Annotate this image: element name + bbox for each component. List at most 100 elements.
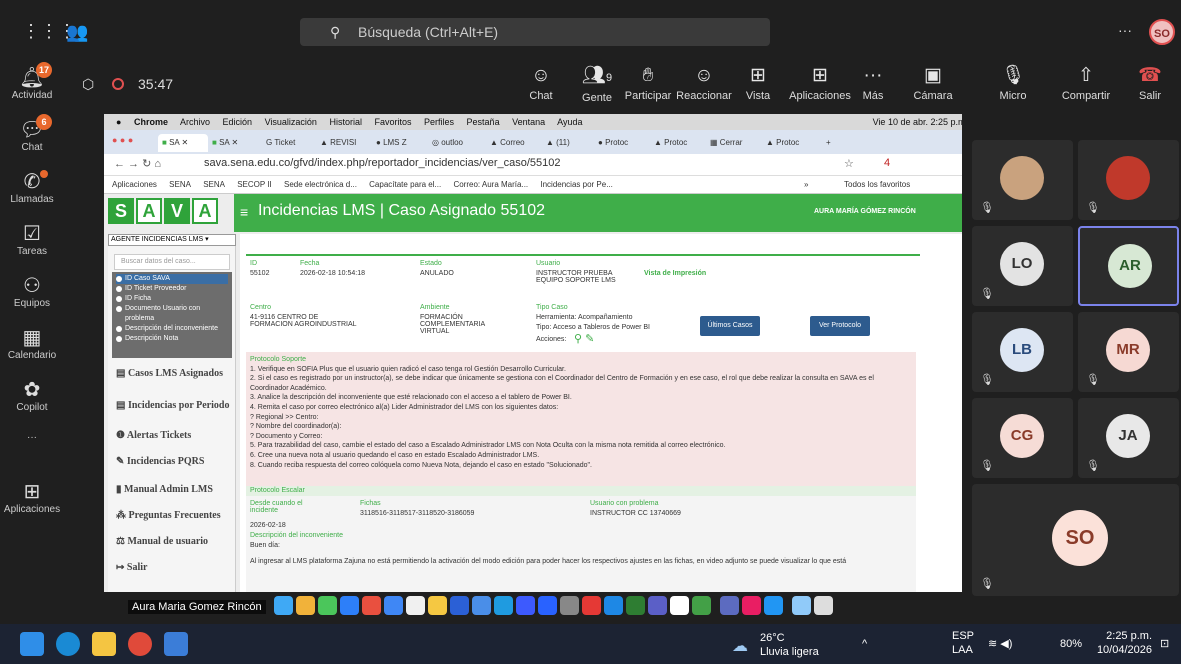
messages-icon[interactable] <box>318 596 337 615</box>
menu-item[interactable]: Ventana <box>512 117 545 127</box>
rail-item-chat[interactable]: 💬︎ 6 Chat <box>0 114 64 166</box>
finder-icon[interactable] <box>274 596 293 615</box>
participant-tile[interactable]: MR 🎙︎ <box>1078 312 1179 392</box>
mail-icon[interactable] <box>340 596 359 615</box>
react-button[interactable]: ☺ Reaccionar <box>676 64 732 102</box>
bookmark[interactable]: Correo: Aura María... <box>453 180 528 189</box>
start-icon[interactable] <box>20 632 44 656</box>
nav-periodo[interactable]: ▤ Incidencias por Periodo <box>116 400 234 411</box>
self-view-tile[interactable]: SO 🎙︎ <box>972 484 1179 596</box>
word-icon[interactable] <box>604 596 623 615</box>
chrome-tab[interactable]: ● LMS Z <box>376 134 430 152</box>
menu-item[interactable]: Archivo <box>180 117 210 127</box>
search-action-icon[interactable]: ⚲ ✎ <box>574 332 594 345</box>
participant-tile-active[interactable]: AR <box>1078 226 1179 306</box>
nav-casos[interactable]: ▤ Casos LMS Asignados <box>116 368 234 379</box>
role-select[interactable]: AGENTE INCIDENCIAS LMS ▾ <box>108 234 236 246</box>
menu-item[interactable]: Ayuda <box>557 117 582 127</box>
rail-item-calendario[interactable]: ▦ Calendario <box>0 322 64 374</box>
bookmark[interactable]: SENA <box>203 180 225 189</box>
chrome-tab[interactable]: ▦ Cerrar <box>710 134 764 152</box>
nav-alertas[interactable]: ❶ Alertas Tickets <box>116 430 234 441</box>
menu-item[interactable]: Historial <box>329 117 362 127</box>
app-icon[interactable] <box>384 596 403 615</box>
view-button[interactable]: ⊞ Vista <box>730 64 786 102</box>
chrome-tab[interactable]: ▲ Protoc <box>766 134 820 152</box>
app-icon[interactable] <box>742 596 761 615</box>
participant-tile[interactable]: JA 🎙︎ <box>1078 398 1179 478</box>
chrome-icon[interactable] <box>582 596 601 615</box>
bookmark[interactable]: Sede electrónica d... <box>284 180 357 189</box>
clock-time[interactable]: 2:25 p.m. <box>1102 630 1152 643</box>
rail-item-equipos[interactable]: ⚇ Equipos <box>0 270 64 322</box>
lang-1[interactable]: ESP <box>952 630 974 643</box>
lang-2[interactable]: LAA <box>952 644 973 657</box>
rail-item-tareas[interactable]: ☑ Tareas <box>0 218 64 270</box>
app-icon[interactable] <box>164 632 188 656</box>
search-option[interactable]: ID Ticket Proveedor <box>116 284 228 294</box>
search-option[interactable]: ID Caso SAVA <box>116 274 228 284</box>
rail-item-llamadas[interactable]: ✆ Llamadas <box>0 166 64 218</box>
nav-faq[interactable]: ⁂ Preguntas Frecuentes <box>116 510 234 521</box>
menu-item[interactable]: Chrome <box>134 117 168 127</box>
app-icon[interactable] <box>792 596 811 615</box>
participant-tile[interactable]: 🎙︎ <box>1078 140 1179 220</box>
trash-icon[interactable] <box>814 596 833 615</box>
nav-manual-usuario[interactable]: ⚖ Manual de usuario <box>116 536 234 547</box>
weather-desc[interactable]: Lluvia ligera <box>760 646 819 659</box>
wifi-sound-icon[interactable]: ≋ ◀︎) <box>988 638 1012 651</box>
app-icon[interactable] <box>450 596 469 615</box>
app-icon[interactable] <box>472 596 491 615</box>
nav-arrows-icon[interactable]: ← → ↻ ⌂ <box>114 157 161 170</box>
menu-item[interactable]: Favoritos <box>374 117 411 127</box>
clock-date[interactable]: 10/04/2026 <box>1092 644 1152 657</box>
bookmark[interactable]: Aplicaciones <box>112 180 157 189</box>
search-input[interactable]: ⚲ Búsqueda (Ctrl+Alt+E) <box>300 18 770 46</box>
chrome-tab[interactable]: ● Protoc <box>598 134 652 152</box>
more-options-icon[interactable]: ··· <box>1118 22 1132 38</box>
nav-salir[interactable]: ↦ Salir <box>116 562 234 573</box>
bookmark[interactable]: SENA <box>169 180 191 189</box>
notification-icon[interactable]: ⊡ <box>1160 638 1169 651</box>
teams-icon[interactable] <box>648 596 667 615</box>
settings-icon[interactable] <box>560 596 579 615</box>
share-button[interactable]: ⇧ Compartir <box>1054 64 1118 102</box>
new-tab-button[interactable]: + <box>826 134 840 152</box>
menu-item[interactable]: Pestaña <box>467 117 500 127</box>
participant-tile[interactable]: LO 🎙︎ <box>972 226 1073 306</box>
case-search-input[interactable]: Buscar datos del caso... <box>114 254 230 270</box>
menu-item[interactable]: Perfiles <box>424 117 454 127</box>
raise-hand-button[interactable]: ✋︎ Participar <box>620 64 676 102</box>
chrome-tab[interactable]: ▲ Correo <box>490 134 544 152</box>
battery-level[interactable]: 80% <box>1060 638 1082 651</box>
more-button[interactable]: ··· Más <box>845 64 901 102</box>
search-option[interactable]: Descripción del inconveniente <box>116 324 228 334</box>
search-option[interactable]: ID Ficha <box>116 294 228 304</box>
bookmark[interactable]: Capacítate para el... <box>369 180 441 189</box>
app-store-icon[interactable] <box>538 596 557 615</box>
ultimos-casos-button[interactable]: Últimos Casos <box>700 316 760 336</box>
all-bookmarks[interactable]: Todos los favoritos <box>844 176 910 194</box>
search-option[interactable]: Documento Usuario con problema <box>116 304 228 324</box>
nav-manual-admin[interactable]: ▮ Manual Admin LMS <box>116 484 234 495</box>
print-view-link[interactable]: Vista de Impresión <box>644 270 706 277</box>
chrome-tab[interactable]: ■ SA ✕ <box>158 134 208 152</box>
file-explorer-icon[interactable] <box>92 632 116 656</box>
chrome-tab[interactable]: ▲ (11) <box>546 134 596 152</box>
chrome-icon[interactable] <box>128 632 152 656</box>
search-option[interactable]: Descripción Nota <box>116 334 228 344</box>
app-icon[interactable] <box>670 596 689 615</box>
app-icon[interactable] <box>516 596 535 615</box>
rail-item-actividad[interactable]: 🔔︎ 17 Actividad <box>0 62 64 114</box>
chrome-tab[interactable]: ◎ outloo <box>432 134 486 152</box>
app-launcher-icon[interactable]: ⋮⋮⋮ <box>22 22 76 40</box>
menu-item[interactable]: Edición <box>223 117 253 127</box>
chrome-tab[interactable]: G Ticket <box>266 134 316 152</box>
menu-icon[interactable]: ≡ <box>240 204 248 220</box>
header-user[interactable]: AURA MARÍA GÓMEZ RINCÓN <box>814 208 916 215</box>
participant-tile[interactable]: CG 🎙︎ <box>972 398 1073 478</box>
participant-tile[interactable]: 🎙︎ <box>972 140 1073 220</box>
app-icon[interactable] <box>720 596 739 615</box>
extension-badge[interactable]: 4 <box>884 157 890 169</box>
app-icon[interactable] <box>362 596 381 615</box>
